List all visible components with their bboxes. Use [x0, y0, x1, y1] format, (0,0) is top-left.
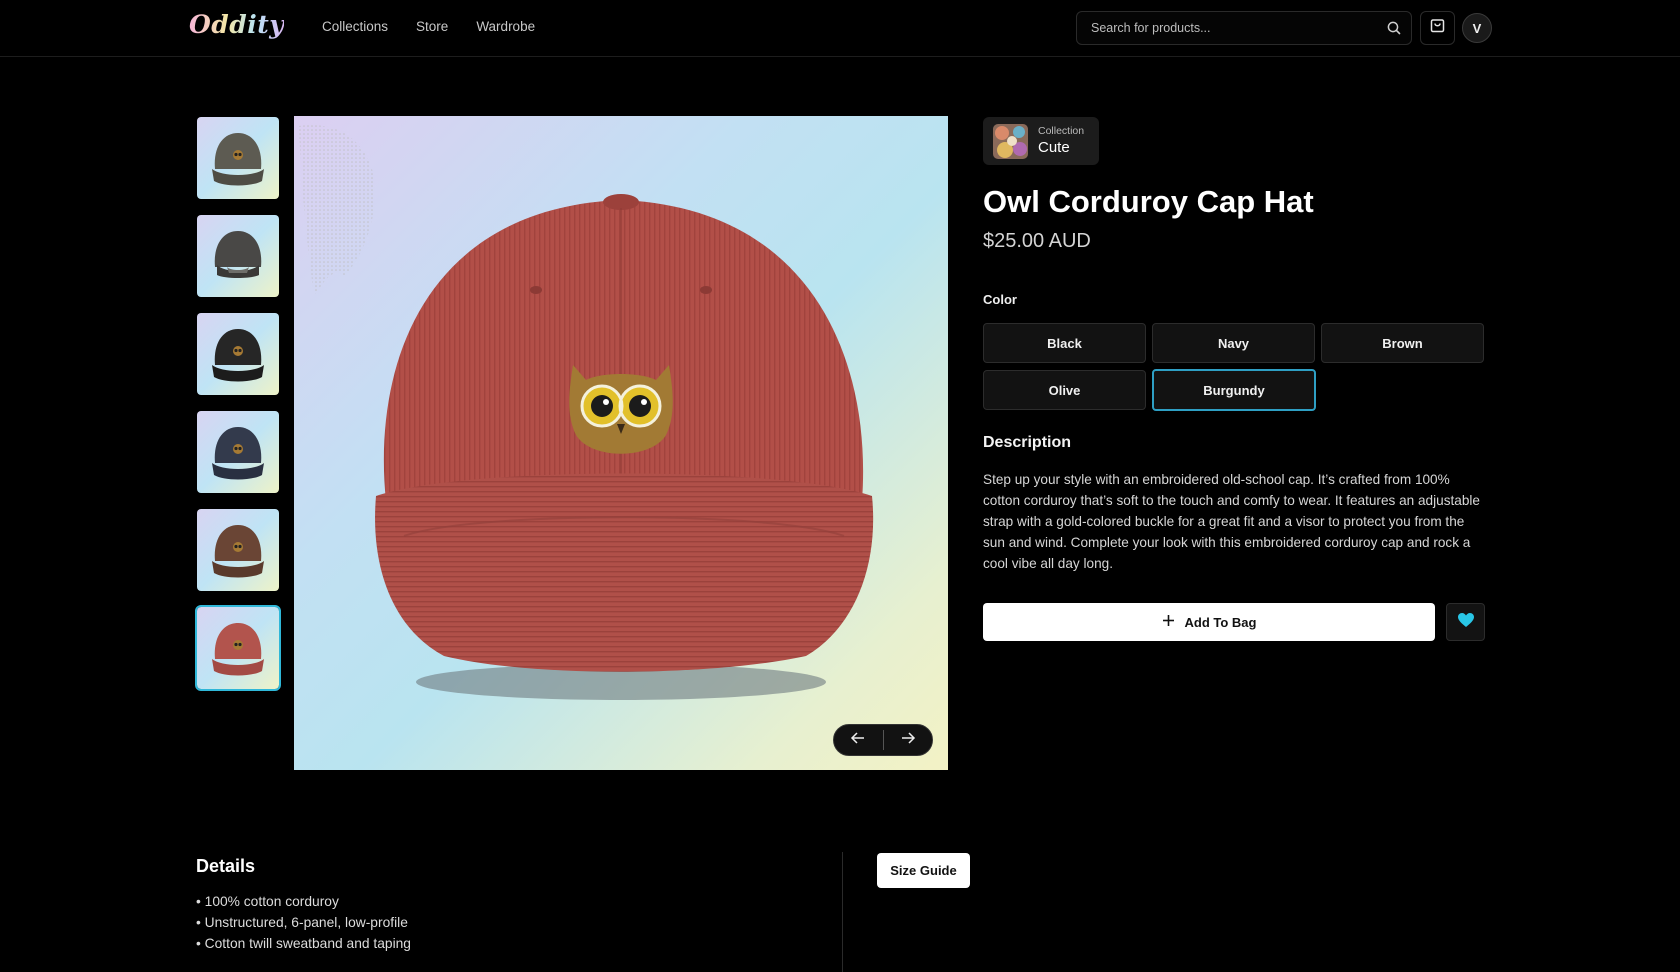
section-divider	[842, 852, 843, 972]
thumbnail-1[interactable]	[197, 117, 279, 199]
collection-label: Collection	[1038, 125, 1085, 137]
color-option-black[interactable]: Black	[983, 323, 1146, 363]
nav-link-wardrobe[interactable]: Wardrobe	[476, 19, 535, 34]
shopping-bag-button[interactable]	[1420, 11, 1455, 45]
product-title: Owl Corduroy Cap Hat	[983, 184, 1314, 219]
cap-thumbnail-image	[212, 329, 264, 382]
description-text: Step up your style with an embroidered o…	[983, 472, 1480, 571]
plus-icon	[1162, 614, 1175, 630]
collection-thumbnail	[993, 124, 1028, 159]
thumbnail-6[interactable]	[195, 605, 281, 691]
collection-badge[interactable]: Collection Cute	[983, 117, 1099, 165]
next-image-button[interactable]	[883, 725, 932, 755]
product-price: $25.00 AUD	[983, 230, 1091, 252]
cap-thumbnail-image	[212, 133, 264, 186]
thumbnail-4[interactable]	[197, 411, 279, 493]
cap-thumbnail-image	[212, 623, 264, 676]
thumbnail-3[interactable]	[197, 313, 279, 395]
details-heading: Details	[196, 856, 256, 876]
heart-icon	[1457, 612, 1475, 633]
nav-links: Collections Store Wardrobe	[322, 19, 535, 34]
logo[interactable]: Oddity	[189, 10, 284, 46]
previous-image-button[interactable]	[834, 725, 883, 755]
main-product-image	[294, 116, 948, 770]
color-option-olive[interactable]: Olive	[983, 370, 1146, 410]
details-item: • Unstructured, 6-panel, low-profile	[196, 915, 408, 930]
size-guide-button[interactable]: Size Guide	[877, 853, 970, 888]
add-to-bag-label: Add To Bag	[1184, 614, 1257, 630]
arrow-left-icon	[850, 731, 866, 750]
nav-link-collections[interactable]: Collections	[322, 19, 388, 34]
collection-name: Cute	[1038, 139, 1070, 156]
cap-thumbnail-image	[214, 231, 262, 278]
search-input[interactable]	[1091, 12, 1371, 44]
carousel-controls	[833, 724, 933, 756]
details-item: • Cotton twill sweatband and taping	[196, 936, 411, 951]
color-option-navy[interactable]: Navy	[1152, 323, 1315, 363]
search-box	[1076, 11, 1412, 45]
search-icon[interactable]	[1386, 20, 1402, 36]
color-option-brown[interactable]: Brown	[1321, 323, 1484, 363]
details-item: • 100% cotton corduroy	[196, 894, 339, 909]
color-option-burgundy[interactable]: Burgundy	[1152, 369, 1316, 411]
add-to-bag-button[interactable]: Add To Bag	[983, 603, 1435, 641]
avatar[interactable]: V	[1462, 13, 1492, 43]
color-label: Color	[983, 292, 1017, 307]
shopping-bag-icon	[1429, 17, 1446, 39]
nav-link-store[interactable]: Store	[416, 19, 448, 34]
cap-thumbnail-image	[212, 427, 264, 480]
details-list: • 100% cotton corduroy • Unstructured, 6…	[196, 891, 411, 954]
arrow-right-icon	[900, 731, 916, 750]
favorite-button[interactable]	[1446, 603, 1485, 641]
top-nav: Oddity Collections Store Wardrobe V	[0, 0, 1680, 57]
cap-thumbnail-image	[212, 525, 264, 578]
cap-image	[299, 125, 874, 700]
description-heading: Description	[983, 434, 1072, 451]
thumbnail-5[interactable]	[197, 509, 279, 591]
thumbnail-2[interactable]	[197, 215, 279, 297]
